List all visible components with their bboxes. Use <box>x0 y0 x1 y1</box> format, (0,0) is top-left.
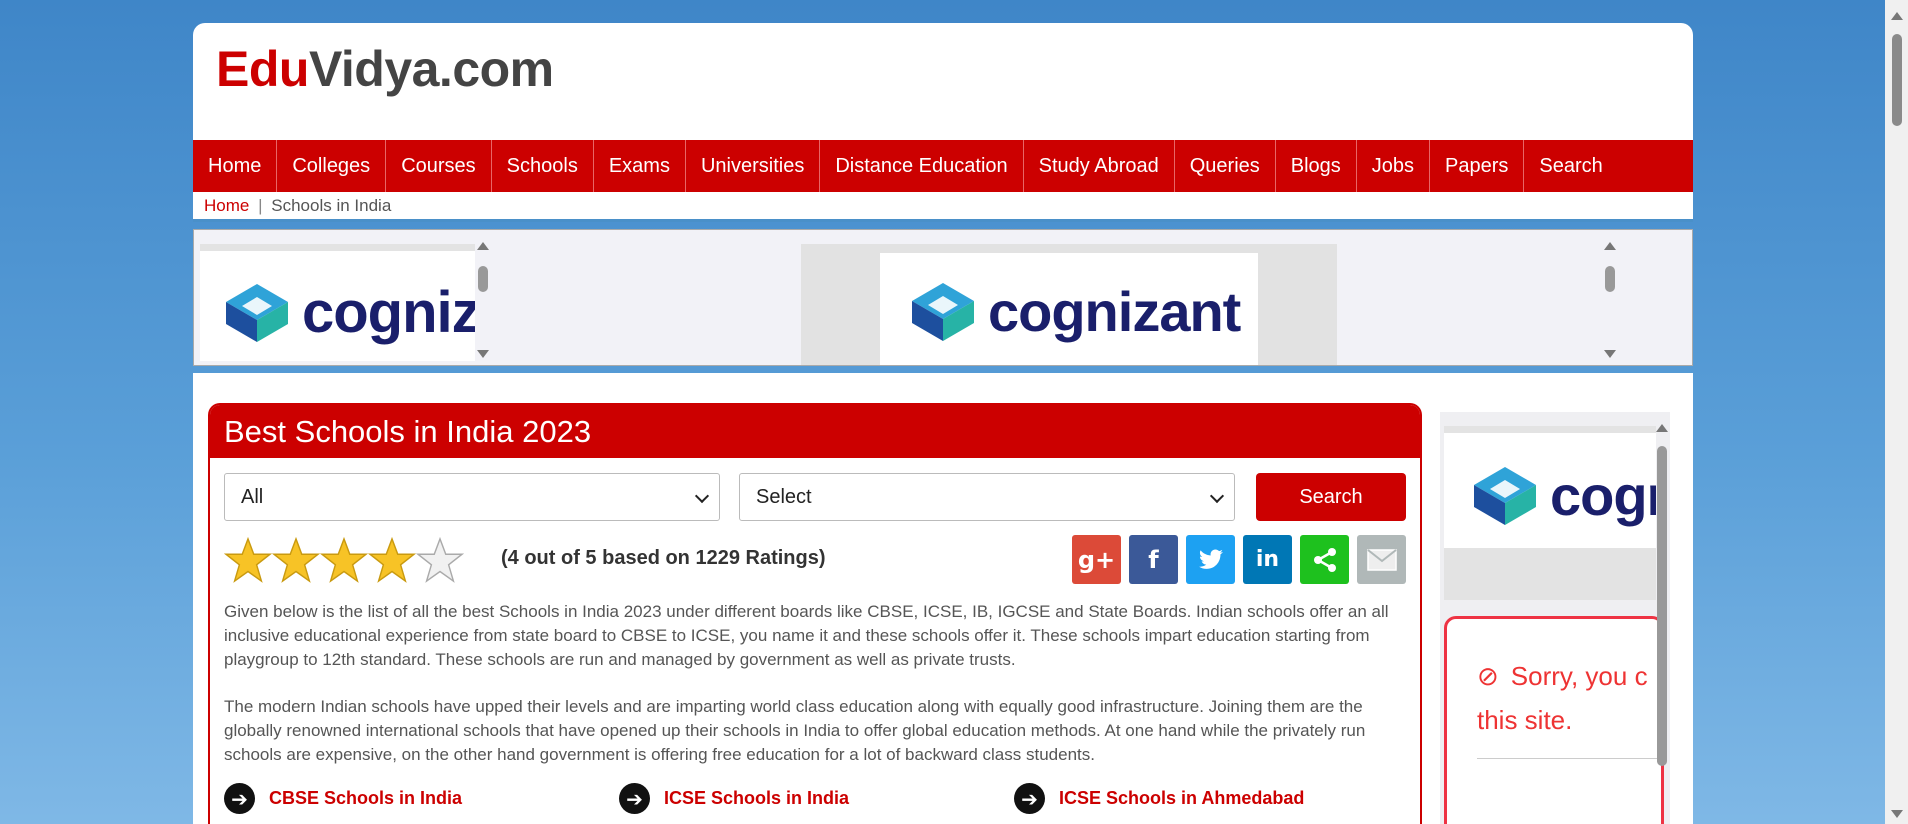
facebook-icon[interactable]: f <box>1129 535 1178 584</box>
ad-frame-center[interactable]: cognizant <box>880 253 1258 365</box>
cognizant-logo-icon <box>1474 466 1536 525</box>
nav-courses[interactable]: Courses <box>386 140 492 192</box>
cognizant-logo-icon <box>912 282 974 341</box>
intro-paragraph-1: Given below is the list of all the best … <box>224 602 1389 669</box>
share-icon[interactable] <box>1300 535 1349 584</box>
nav-jobs[interactable]: Jobs <box>1357 140 1431 192</box>
page-scrollbar[interactable] <box>1885 0 1908 824</box>
ad-right-scrollbar[interactable] <box>1602 240 1618 362</box>
sidebar: cogni ⊘ Sorry, you c this site. <box>1440 412 1670 824</box>
board-filter-value: All <box>241 486 264 508</box>
ad-brand-word-left: cogniz <box>302 280 475 345</box>
scroll-up-arrow-icon[interactable] <box>1656 424 1668 432</box>
google-plus-icon[interactable]: g+ <box>1072 535 1121 584</box>
list-item[interactable]: ➔ ICSE Schools in Ahmedabad <box>1014 783 1304 814</box>
page-container: EduVidya.com Home Colleges Courses Schoo… <box>193 23 1693 824</box>
scroll-up-arrow-icon[interactable] <box>1891 12 1903 20</box>
scroll-up-arrow-icon[interactable] <box>1604 242 1616 250</box>
nav-queries[interactable]: Queries <box>1175 140 1276 192</box>
ad-brand-word-center: cognizant <box>988 280 1241 343</box>
search-button[interactable]: Search <box>1256 473 1406 521</box>
arrow-right-icon: ➔ <box>619 783 650 814</box>
blocked-content-notice: ⊘ Sorry, you c this site. <box>1444 616 1664 824</box>
breadcrumb-home-link[interactable]: Home <box>204 196 249 215</box>
twitter-icon[interactable] <box>1186 535 1235 584</box>
site-header: EduVidya.com <box>193 23 1693 140</box>
nav-search[interactable]: Search <box>1524 140 1617 192</box>
location-filter-select[interactable]: Select <box>739 473 1235 521</box>
breadcrumb-separator: | <box>258 196 263 215</box>
star-filled-icon[interactable] <box>320 537 368 583</box>
nav-colleges[interactable]: Colleges <box>277 140 387 192</box>
rating-row: (4 out of 5 based on 1229 Ratings) g+ f … <box>224 535 1406 585</box>
scroll-down-arrow-icon[interactable] <box>1891 810 1903 818</box>
main-nav: Home Colleges Courses Schools Exams Univ… <box>193 140 1693 192</box>
breadcrumb-current: Schools in India <box>271 196 392 215</box>
scroll-down-arrow-icon[interactable] <box>1604 350 1616 358</box>
star-filled-icon[interactable] <box>368 537 416 583</box>
chevron-down-icon <box>694 488 710 504</box>
arrow-right-icon: ➔ <box>1014 783 1045 814</box>
logo-part-edu: Edu <box>216 41 309 97</box>
linkedin-icon[interactable]: in <box>1243 535 1292 584</box>
logo-part-vidya: Vidya.com <box>308 41 554 97</box>
scroll-up-arrow-icon[interactable] <box>477 242 489 250</box>
ad-frame-left[interactable]: cogniz <box>200 244 475 361</box>
star-filled-icon[interactable] <box>272 537 320 583</box>
ad-brand-center: cognizant <box>908 279 1241 344</box>
scroll-thumb[interactable] <box>1892 34 1902 126</box>
nav-exams[interactable]: Exams <box>594 140 686 192</box>
link-icse-schools[interactable]: ICSE Schools in India <box>664 788 849 809</box>
nav-papers[interactable]: Papers <box>1430 140 1525 192</box>
scroll-thumb[interactable] <box>1605 266 1615 292</box>
rating-summary: (4 out of 5 based on 1229 Ratings) <box>501 547 826 569</box>
link-cbse-schools[interactable]: CBSE Schools in India <box>269 788 462 809</box>
blocked-message-line1: Sorry, you c <box>1510 661 1648 691</box>
star-rating[interactable] <box>224 537 464 583</box>
nav-home[interactable]: Home <box>193 140 278 192</box>
blocked-icon: ⊘ <box>1477 662 1499 692</box>
star-filled-icon[interactable] <box>224 537 272 583</box>
main-content: Best Schools in India 2023 All Select Se… <box>193 373 1693 824</box>
sidebar-scrollbar[interactable] <box>1654 412 1670 824</box>
nav-universities[interactable]: Universities <box>686 140 821 192</box>
page-scrollbar-track[interactable] <box>1889 0 1905 824</box>
ad-brand-word-side: cogni <box>1550 464 1656 527</box>
location-filter-value: Select <box>756 486 812 508</box>
ad-brand-side: cogni <box>1470 463 1656 528</box>
scroll-thumb[interactable] <box>1657 446 1667 766</box>
nav-distance-education[interactable]: Distance Education <box>820 140 1024 192</box>
cognizant-logo-icon <box>226 283 288 342</box>
list-item[interactable]: ➔ ICSE Schools in India <box>619 783 849 814</box>
intro-paragraph-2: The modern Indian schools have upped the… <box>224 697 1366 764</box>
filter-row: All Select Search <box>224 473 1406 521</box>
star-empty-icon[interactable] <box>416 537 464 583</box>
divider <box>1477 758 1661 759</box>
chevron-down-icon <box>1209 488 1225 504</box>
page-title: Best Schools in India 2023 <box>210 405 1420 458</box>
blocked-message: ⊘ Sorry, you c this site. <box>1477 655 1661 742</box>
list-item[interactable]: ➔ CBSE Schools in India <box>224 783 462 814</box>
sidebar-ad-gray-area <box>1444 548 1656 600</box>
schools-panel: Best Schools in India 2023 All Select Se… <box>208 403 1422 824</box>
scroll-thumb[interactable] <box>478 266 488 292</box>
board-filter-select[interactable]: All <box>224 473 720 521</box>
email-icon[interactable] <box>1357 535 1406 584</box>
sidebar-ad[interactable]: cogni <box>1444 426 1656 548</box>
arrow-right-icon: ➔ <box>224 783 255 814</box>
nav-schools[interactable]: Schools <box>492 140 594 192</box>
school-links: ➔ CBSE Schools in India ➔ ICSE Schools i… <box>224 783 1406 815</box>
nav-study-abroad[interactable]: Study Abroad <box>1024 140 1175 192</box>
scroll-down-arrow-icon[interactable] <box>477 350 489 358</box>
link-icse-ahmedabad[interactable]: ICSE Schools in Ahmedabad <box>1059 788 1304 809</box>
blocked-message-line2: this site. <box>1477 705 1573 735</box>
site-logo[interactable]: EduVidya.com <box>216 40 554 98</box>
share-buttons: g+ f in <box>1064 535 1406 584</box>
ad-left-scrollbar[interactable] <box>475 240 491 362</box>
nav-blogs[interactable]: Blogs <box>1276 140 1357 192</box>
ad-brand-left: cogniz <box>222 279 475 346</box>
breadcrumb: Home | Schools in India <box>193 192 1693 222</box>
top-ad-banner: cogniz cognizant <box>193 229 1693 366</box>
